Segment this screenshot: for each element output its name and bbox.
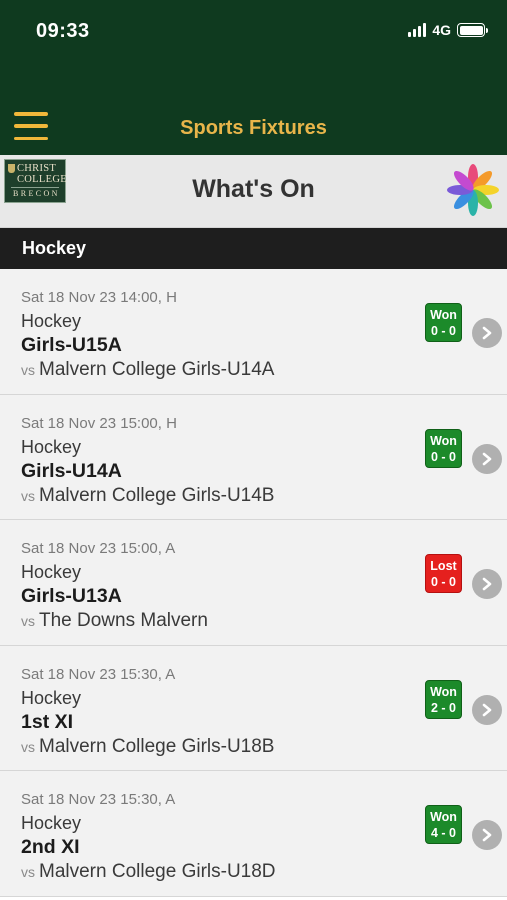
fixture-team: Girls-U15A bbox=[21, 334, 122, 356]
status-indicators: 4G bbox=[408, 22, 488, 38]
section-header-hockey: Hockey bbox=[0, 228, 507, 269]
signal-icon bbox=[408, 23, 427, 37]
fixture-team: Girls-U14A bbox=[21, 459, 122, 482]
fixture-opponent: vs Malvern College Girls-U14B bbox=[21, 484, 275, 506]
result-badge: Lost 0 - 0 bbox=[425, 554, 462, 593]
fixture-team: 1st XI bbox=[21, 710, 74, 733]
fixture-sport: Hockey bbox=[21, 436, 82, 457]
fixture-opponent: vs Malvern College Girls-U18B bbox=[21, 735, 275, 757]
page-title: What's On bbox=[192, 175, 315, 203]
fixture-row[interactable]: Sat 18 Nov 23 15:00, H Hockey Girls-U14A… bbox=[0, 394, 507, 520]
fixture-date: Sat 18 Nov 23 15:00, A bbox=[21, 540, 176, 557]
result-badge: Won 2 - 0 bbox=[425, 679, 462, 719]
shield-icon bbox=[8, 164, 15, 173]
result-badge: Won 0 - 0 bbox=[425, 303, 462, 342]
fixture-team: 2nd XI bbox=[21, 836, 80, 858]
nav-title: Sports Fixtures bbox=[180, 117, 327, 139]
fixture-opponent: vs Malvern College Girls-U14A bbox=[21, 359, 275, 380]
app-header: 09:33 4G Sports Fixtures bbox=[0, 0, 507, 155]
network-type: 4G bbox=[432, 22, 451, 38]
result-badge: Won 0 - 0 bbox=[425, 428, 462, 468]
fixture-row[interactable]: Sat 18 Nov 23 15:30, A Hockey 2nd XI vs M… bbox=[0, 771, 507, 897]
fixture-row[interactable]: Sat 18 Nov 23 15:30, A Hockey 1st XI vs M… bbox=[0, 645, 507, 771]
fixture-date: Sat 18 Nov 23 14:00, H bbox=[21, 289, 177, 306]
fixture-sport: Hockey bbox=[21, 562, 82, 582]
fixture-team: Girls-U13A bbox=[21, 585, 122, 607]
status-time: 09:33 bbox=[36, 20, 90, 42]
chevron-right-icon[interactable] bbox=[472, 694, 502, 725]
fixtures-list: Sat 18 Nov 23 14:00, H Hockey Girls-U15A… bbox=[0, 269, 507, 897]
fixture-sport: Hockey bbox=[21, 813, 82, 833]
fixture-row[interactable]: Sat 18 Nov 23 14:00, H Hockey Girls-U15A… bbox=[0, 269, 507, 395]
chevron-right-icon[interactable] bbox=[472, 820, 502, 850]
chevron-right-icon[interactable] bbox=[472, 318, 502, 348]
fixture-sport: Hockey bbox=[21, 311, 82, 331]
chevron-right-icon[interactable] bbox=[472, 569, 502, 599]
fixture-date: Sat 18 Nov 23 15:00, H bbox=[21, 414, 177, 432]
fixture-opponent: vs Malvern College Girls-U18D bbox=[21, 861, 276, 882]
fixture-date: Sat 18 Nov 23 15:30, A bbox=[21, 791, 176, 808]
battery-icon bbox=[457, 23, 488, 37]
chevron-right-icon[interactable] bbox=[472, 443, 502, 474]
pinwheel-logo-icon[interactable] bbox=[446, 163, 500, 217]
fixture-sport: Hockey bbox=[21, 687, 82, 708]
fixture-date: Sat 18 Nov 23 15:30, A bbox=[21, 665, 176, 683]
fixture-row[interactable]: Sat 18 Nov 23 15:00, A Hockey Girls-U13A… bbox=[0, 520, 507, 646]
fixture-opponent: vs The Downs Malvern bbox=[21, 610, 208, 631]
result-badge: Won 4 - 0 bbox=[425, 805, 462, 844]
